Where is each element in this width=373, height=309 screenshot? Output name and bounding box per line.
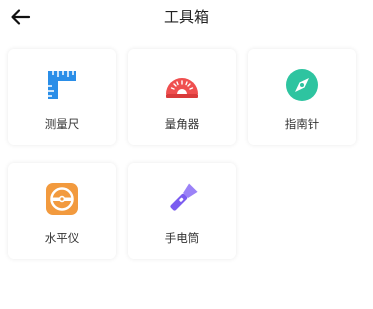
tool-card-ruler[interactable]: 测量尺: [8, 49, 116, 145]
level-icon: [46, 183, 78, 215]
tool-label: 手电筒: [164, 231, 200, 245]
protractor-icon: [166, 78, 198, 98]
tool-label: 量角器: [164, 117, 200, 131]
flashlight-icon: [170, 183, 198, 211]
ruler-icon: [48, 71, 76, 99]
tool-label: 指南针: [284, 117, 320, 131]
tool-label: 水平仪: [44, 231, 80, 245]
tool-label: 测量尺: [44, 117, 80, 131]
tool-card-protractor[interactable]: 量角器: [128, 49, 236, 145]
tool-grid: 测量尺 量角器 指南针 水平仪 手电筒: [0, 0, 373, 309]
compass-icon: [286, 69, 318, 101]
tool-card-level[interactable]: 水平仪: [8, 163, 116, 259]
tool-card-compass[interactable]: 指南针: [248, 49, 356, 145]
tool-card-flashlight[interactable]: 手电筒: [128, 163, 236, 259]
